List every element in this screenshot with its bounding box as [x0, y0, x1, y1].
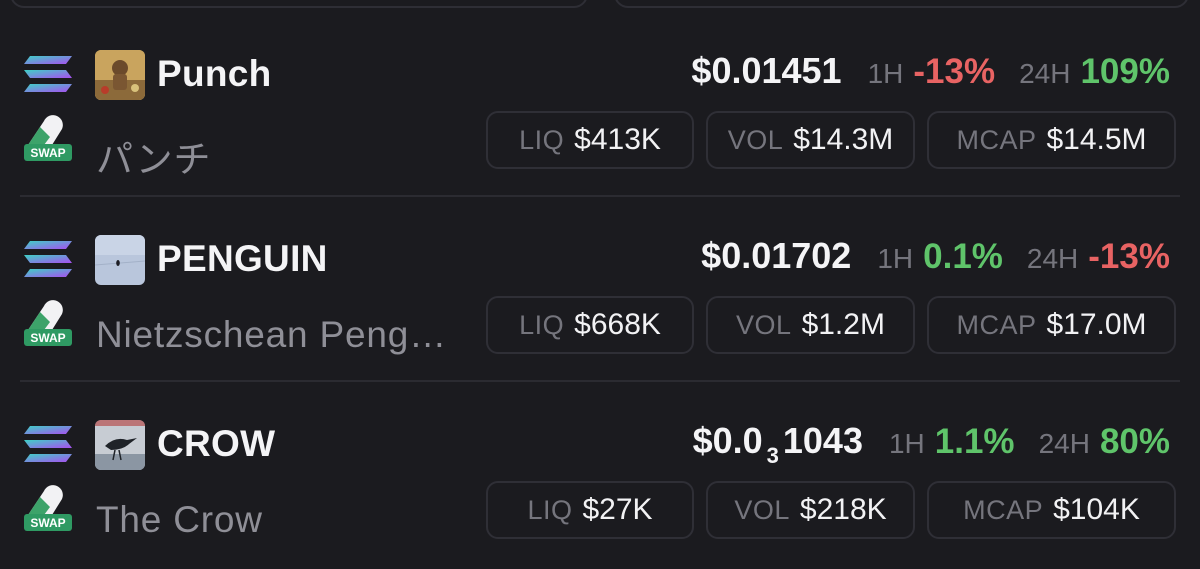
mcap-value: $14.5M: [1046, 123, 1147, 156]
penguin-token-avatar: [95, 235, 145, 285]
price-line: $0.0 3 1043 1H 1.1% 24H 80%: [693, 420, 1170, 469]
volume-pill[interactable]: VOL $1.2M: [706, 296, 915, 354]
change-1h-label: 1H: [867, 58, 904, 89]
token-name: Nietzschean Peng…: [96, 314, 447, 355]
token-price: $0.01702: [701, 235, 852, 276]
swap-label: SWAP: [30, 331, 65, 345]
top-panel-right[interactable]: [614, 0, 1189, 8]
mcap-label: MCAP: [956, 309, 1037, 340]
price-line: $0.01702 1H 0.1% 24H -13%: [701, 235, 1170, 277]
change-24h-label: 24H: [1038, 428, 1090, 459]
vol-label: VOL: [727, 124, 784, 155]
change-24h-value: 109%: [1080, 52, 1170, 91]
swap-icon[interactable]: SWAP: [22, 485, 74, 535]
swap-label: SWAP: [30, 516, 65, 530]
token-symbol: Punch: [157, 53, 272, 94]
mcap-label: MCAP: [963, 494, 1044, 525]
punch-token-avatar: [95, 50, 145, 100]
token-price: $0.0 3 1043: [693, 420, 863, 469]
mcap-value: $104K: [1053, 493, 1140, 526]
change-24h-value: -13%: [1088, 237, 1170, 276]
token-price-zero-count: 3: [766, 443, 779, 468]
liq-label: LIQ: [519, 309, 565, 340]
token-symbol: CROW: [157, 423, 276, 464]
vol-value: $218K: [799, 493, 887, 526]
vol-label: VOL: [734, 494, 790, 525]
token-row-crow[interactable]: CROW $0.0 3 1043 1H 1.1% 24H 80% SWAP The …: [0, 382, 1200, 567]
token-row-punch[interactable]: Punch $0.01451 1H -13% 24H 109% SWAP パンチ…: [0, 12, 1200, 197]
liquidity-pill[interactable]: LIQ $668K: [486, 296, 694, 354]
volume-pill[interactable]: VOL $14.3M: [706, 111, 915, 169]
change-1h-label: 1H: [877, 243, 914, 274]
mcap-pill[interactable]: MCAP $17.0M: [927, 296, 1176, 354]
liquidity-pill[interactable]: LIQ $27K: [486, 481, 694, 539]
token-name: パンチ: [96, 139, 212, 180]
mcap-pill[interactable]: MCAP $14.5M: [927, 111, 1176, 169]
token-price-digits: 1043: [782, 420, 863, 461]
mcap-pill[interactable]: MCAP $104K: [927, 481, 1176, 539]
liquidity-pill[interactable]: LIQ $413K: [486, 111, 694, 169]
change-1h-label: 1H: [888, 428, 925, 459]
price-line: $0.01451 1H -13% 24H 109%: [691, 50, 1170, 92]
liq-value: $668K: [574, 308, 661, 341]
change-24h-label: 24H: [1026, 243, 1079, 274]
vol-value: $14.3M: [793, 123, 894, 156]
top-panel-left[interactable]: [10, 0, 588, 8]
crow-token-avatar: [95, 420, 145, 470]
volume-pill[interactable]: VOL $218K: [706, 481, 915, 539]
token-price: $0.01451: [691, 50, 842, 91]
swap-label: SWAP: [30, 146, 65, 160]
vol-label: VOL: [736, 309, 792, 340]
liq-value: $413K: [574, 123, 661, 156]
change-1h-value: 0.1%: [923, 237, 1003, 276]
mcap-label: MCAP: [956, 124, 1037, 155]
mcap-value: $17.0M: [1046, 308, 1147, 341]
liq-value: $27K: [582, 493, 653, 526]
token-row-penguin[interactable]: PENGUIN $0.01702 1H 0.1% 24H -13% SWAP N…: [0, 197, 1200, 382]
token-price-prefix: $0.0: [692, 420, 763, 461]
change-1h-value: -13%: [913, 52, 996, 91]
token-symbol: PENGUIN: [157, 238, 328, 279]
swap-icon[interactable]: SWAP: [22, 115, 74, 165]
vol-value: $1.2M: [801, 308, 885, 341]
solana-icon: [24, 56, 72, 92]
change-1h-value: 1.1%: [934, 422, 1015, 461]
liq-label: LIQ: [519, 124, 565, 155]
solana-icon: [24, 241, 72, 277]
solana-icon: [24, 426, 72, 462]
change-24h-label: 24H: [1019, 58, 1071, 89]
token-name: The Crow: [96, 499, 263, 540]
change-24h-value: 80%: [1099, 422, 1170, 461]
swap-icon[interactable]: SWAP: [22, 300, 74, 350]
liq-label: LIQ: [527, 494, 573, 525]
